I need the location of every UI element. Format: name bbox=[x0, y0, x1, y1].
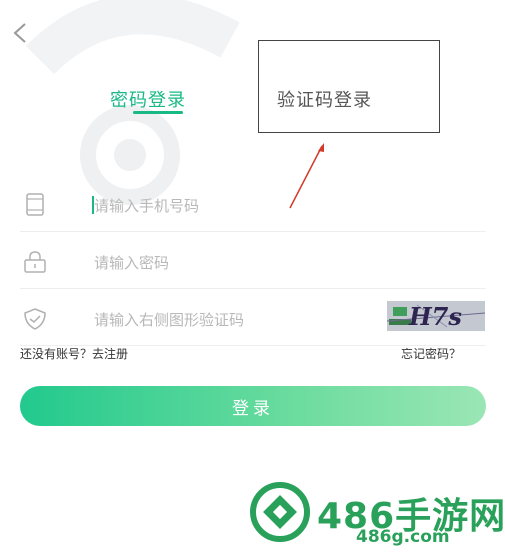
password-input[interactable] bbox=[92, 248, 376, 278]
phone-input[interactable] bbox=[92, 191, 376, 221]
login-button[interactable]: 登录 bbox=[20, 386, 486, 426]
tab-password-login[interactable]: 密码登录 bbox=[110, 86, 186, 112]
phone-row bbox=[20, 179, 486, 232]
active-tab-indicator bbox=[133, 111, 183, 114]
captcha-input[interactable] bbox=[92, 305, 376, 335]
phone-icon bbox=[26, 193, 44, 216]
back-button[interactable] bbox=[8, 18, 34, 48]
captcha-text: H7s bbox=[409, 302, 462, 331]
register-link[interactable]: 还没有账号？去注册 bbox=[20, 345, 128, 362]
highlight-box bbox=[258, 40, 440, 133]
captcha-row: H7s bbox=[20, 293, 486, 346]
chevron-left-icon bbox=[13, 23, 26, 43]
captcha-image[interactable]: H7s bbox=[387, 301, 485, 331]
watermark-url: 486g.com bbox=[356, 527, 450, 547]
watermark-logo-icon bbox=[250, 482, 310, 542]
shield-icon bbox=[24, 308, 46, 330]
forgot-password-link[interactable]: 忘记密码？ bbox=[401, 345, 461, 362]
lock-icon bbox=[24, 251, 46, 273]
password-row bbox=[20, 236, 486, 289]
